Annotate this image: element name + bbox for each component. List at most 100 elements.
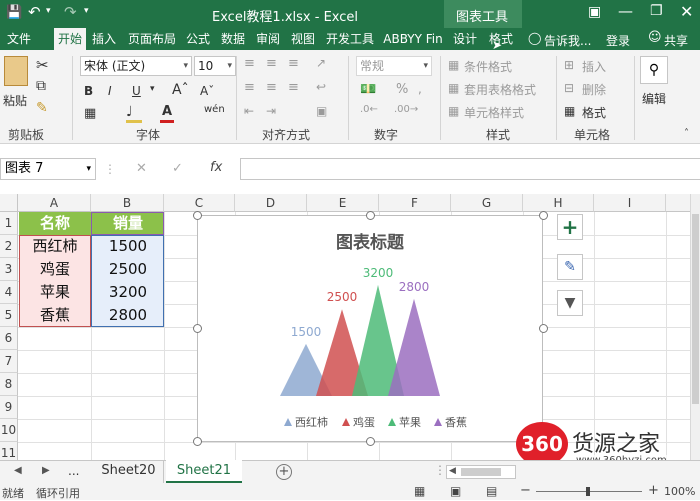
minimize-icon[interactable]: — bbox=[618, 2, 633, 20]
row-header[interactable]: 6 bbox=[0, 327, 18, 350]
align-center-icon[interactable]: ≡ bbox=[266, 80, 277, 95]
table-header-name[interactable]: 名称 bbox=[19, 212, 91, 235]
column-header[interactable]: I bbox=[594, 194, 666, 212]
clipboard-icon[interactable] bbox=[4, 56, 28, 86]
legend-label[interactable]: 鸡蛋 bbox=[353, 415, 375, 429]
normal-view-icon[interactable]: ▦ bbox=[414, 484, 425, 498]
decrease-decimal-icon[interactable]: .00→ bbox=[394, 104, 418, 115]
chart-resize-handle[interactable] bbox=[366, 211, 375, 220]
chart-data-label[interactable]: 3200 bbox=[363, 266, 394, 280]
row-header[interactable]: 7 bbox=[0, 350, 18, 373]
table-cell-sales[interactable]: 1500 bbox=[92, 235, 164, 258]
format-painter-icon[interactable]: ✎ bbox=[36, 100, 48, 116]
chart-data-label[interactable]: 1500 bbox=[291, 325, 322, 339]
collapse-ribbon-icon[interactable]: ˄ bbox=[684, 128, 689, 139]
format-cells-button[interactable]: 格式 bbox=[582, 104, 606, 121]
column-header[interactable]: H bbox=[523, 194, 594, 212]
underline-button[interactable]: U bbox=[132, 84, 141, 98]
chart-title[interactable]: 图表标题 bbox=[336, 232, 405, 253]
zoom-out-icon[interactable]: − bbox=[520, 483, 531, 498]
vertical-scrollbar[interactable] bbox=[690, 194, 700, 460]
page-layout-view-icon[interactable]: ▣ bbox=[450, 484, 461, 498]
tab-data[interactable]: 数据 bbox=[217, 28, 249, 50]
row-header[interactable]: 8 bbox=[0, 373, 18, 396]
chart-data-label[interactable]: 2500 bbox=[327, 290, 358, 304]
column-header[interactable]: G bbox=[451, 194, 523, 212]
tab-abbyy[interactable]: ABBYY Fin bbox=[380, 28, 446, 50]
currency-icon[interactable]: 💵 bbox=[360, 82, 376, 97]
table-cell-name[interactable]: 香蕉 bbox=[19, 304, 91, 327]
column-header[interactable]: F bbox=[379, 194, 451, 212]
search-icon[interactable]: ⚲ bbox=[640, 56, 668, 84]
chart-elements-icon[interactable]: + bbox=[557, 214, 583, 240]
chart-resize-handle[interactable] bbox=[193, 211, 202, 220]
formula-input[interactable] bbox=[240, 158, 700, 180]
chart-bar-3[interactable] bbox=[388, 298, 440, 396]
ribbon-display-icon[interactable]: ▣ bbox=[588, 4, 601, 20]
increase-decimal-icon[interactable]: .0← bbox=[360, 104, 378, 115]
row-header[interactable]: 10 bbox=[0, 419, 18, 442]
table-cell-name[interactable]: 鸡蛋 bbox=[19, 258, 91, 281]
merge-icon[interactable]: ▣ bbox=[316, 104, 327, 118]
undo-dropdown-icon[interactable]: ▾ bbox=[46, 6, 51, 16]
tab-split-grip-icon[interactable]: ⋮ bbox=[434, 463, 446, 477]
align-right-icon[interactable]: ≡ bbox=[288, 80, 299, 95]
tab-review[interactable]: 审阅 bbox=[252, 28, 284, 50]
chart-area[interactable]: 图表标题 1500 2500 3200 2800 西红柿 鸡蛋 苹果 香蕉 bbox=[197, 215, 543, 442]
row-header[interactable]: 11 bbox=[0, 442, 18, 460]
wrap-text-icon[interactable]: ↩ bbox=[316, 80, 326, 94]
horizontal-scrollbar[interactable]: ◀ bbox=[446, 465, 516, 479]
row-header[interactable]: 9 bbox=[0, 396, 18, 419]
zoom-slider-thumb[interactable] bbox=[586, 487, 590, 496]
row-header[interactable]: 3 bbox=[0, 258, 18, 281]
phonetic-icon[interactable]: wén bbox=[204, 104, 225, 115]
zoom-level[interactable]: 100% bbox=[664, 485, 695, 498]
font-name-select[interactable]: 宋体 (正文) ▾ bbox=[80, 56, 192, 76]
close-icon[interactable]: ✕ bbox=[680, 2, 693, 21]
column-header[interactable]: E bbox=[307, 194, 379, 212]
legend-label[interactable]: 香蕉 bbox=[445, 416, 467, 429]
table-cell-name[interactable]: 西红柿 bbox=[19, 235, 91, 258]
tab-home[interactable]: 开始 bbox=[54, 28, 86, 50]
insert-function-icon[interactable]: fx bbox=[210, 160, 222, 175]
login-link[interactable]: 登录 bbox=[606, 32, 630, 49]
enter-icon[interactable]: ✓ bbox=[172, 161, 183, 176]
column-header[interactable]: B bbox=[91, 194, 164, 212]
legend-label[interactable]: 西红柿 bbox=[295, 415, 328, 429]
align-top-icon[interactable]: ≡ bbox=[244, 56, 255, 71]
chart-resize-handle[interactable] bbox=[193, 437, 202, 446]
name-box[interactable]: 图表 7 ▾ bbox=[0, 158, 96, 180]
chart-data-label[interactable]: 2800 bbox=[399, 280, 430, 294]
tab-developer[interactable]: 开发工具 bbox=[322, 28, 378, 50]
sheet-tab-sheet20[interactable]: Sheet20 bbox=[94, 461, 164, 483]
table-cell-sales[interactable]: 2800 bbox=[92, 304, 164, 327]
tab-formulas[interactable]: 公式 bbox=[182, 28, 214, 50]
column-header[interactable]: C bbox=[164, 194, 235, 212]
editing-button[interactable]: 编辑 bbox=[642, 90, 666, 107]
chart-resize-handle[interactable] bbox=[539, 211, 548, 220]
legend-label[interactable]: 苹果 bbox=[399, 415, 421, 429]
conditional-format-button[interactable]: 条件格式 bbox=[464, 58, 512, 75]
vertical-scroll-thumb[interactable] bbox=[692, 214, 699, 404]
table-header-sales[interactable]: 销量 bbox=[92, 212, 164, 235]
decrease-indent-icon[interactable]: ⇤ bbox=[244, 104, 254, 118]
quick-access-dropdown-icon[interactable]: ▾ bbox=[84, 6, 89, 16]
italic-button[interactable]: I bbox=[108, 84, 112, 98]
page-break-view-icon[interactable]: ▤ bbox=[486, 484, 497, 498]
save-icon[interactable]: 💾 bbox=[6, 5, 22, 20]
tab-insert[interactable]: 插入 bbox=[88, 28, 120, 50]
delete-cells-button[interactable]: 删除 bbox=[582, 81, 606, 98]
undo-icon[interactable]: ↶ bbox=[28, 3, 41, 21]
align-bottom-icon[interactable]: ≡ bbox=[288, 56, 299, 71]
tell-me-input[interactable]: 告诉我... bbox=[544, 32, 591, 49]
scroll-left-icon[interactable]: ◀ bbox=[449, 466, 456, 476]
font-size-select[interactable]: 10 ▾ bbox=[194, 56, 236, 76]
horizontal-scroll-thumb[interactable] bbox=[461, 468, 501, 476]
font-shrink-icon[interactable]: Aˇ bbox=[200, 84, 214, 98]
redo-icon[interactable]: ↷ bbox=[64, 3, 77, 21]
scroll-right-icon[interactable]: ▶ bbox=[42, 465, 50, 476]
table-format-button[interactable]: 套用表格格式 bbox=[464, 81, 536, 98]
chevron-down-icon[interactable]: ▾ bbox=[150, 84, 155, 94]
insert-cells-button[interactable]: 插入 bbox=[582, 58, 606, 75]
share-button[interactable]: 共享 bbox=[664, 32, 688, 49]
